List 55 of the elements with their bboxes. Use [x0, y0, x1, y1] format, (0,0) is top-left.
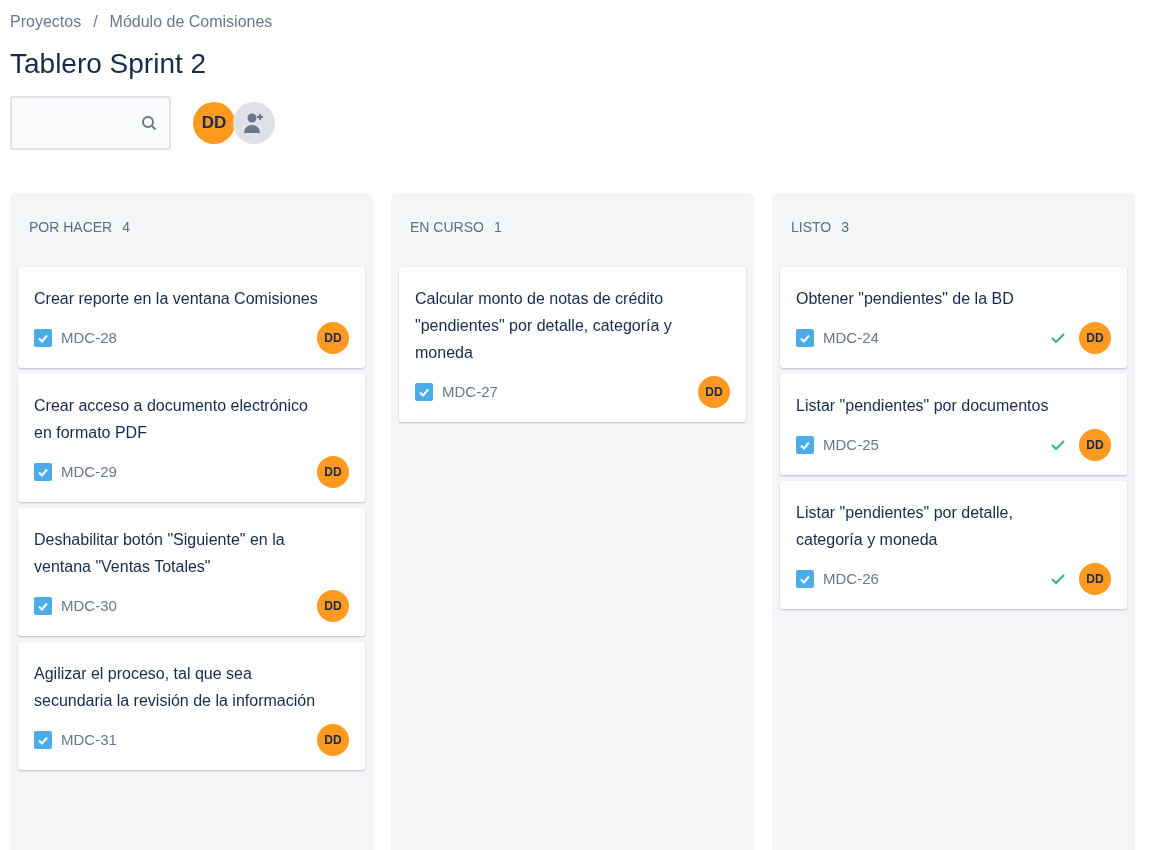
user-avatar[interactable]: DD: [698, 376, 730, 408]
issue-count: 3: [841, 218, 849, 237]
column-title: POR HACER: [29, 218, 113, 237]
user-avatar[interactable]: DD: [317, 456, 349, 488]
user-avatar[interactable]: DD: [317, 724, 349, 756]
issue-key[interactable]: MDC-24: [823, 326, 879, 350]
task-icon: [415, 383, 433, 401]
user-avatar[interactable]: DD: [1079, 563, 1111, 595]
issue-summary: Deshabilitar botón "Siguiente" en la ventana "Ventas Totales": [34, 530, 286, 577]
column-title: EN CURSO: [410, 218, 484, 237]
task-icon: [796, 570, 814, 588]
task-icon: [34, 463, 52, 481]
breadcrumb-link[interactable]: Módulo de Comisiones: [109, 10, 273, 34]
issue-summary: Agilizar el proceso, tal que sea secundaria la revisión de la información: [34, 664, 317, 711]
issue-card[interactable]: Obtener "pendientes" de la BD MDC-24 DD: [780, 267, 1127, 368]
issue-summary: Calcular monto de notas de crédito "pendientes" por detalle, categoría y moneda: [415, 289, 673, 363]
task-icon: [796, 436, 814, 454]
add-member-button[interactable]: [233, 102, 275, 144]
search-icon: [141, 115, 157, 131]
issue-summary: Listar "pendientes" por detalle, categoría y moneda: [796, 503, 1014, 550]
issue-card[interactable]: Agilizar el proceso, tal que sea secundaria la revisión de la información MDC-31 DD: [18, 642, 365, 770]
user-avatar[interactable]: DD: [1079, 322, 1111, 354]
user-avatar[interactable]: DD: [317, 322, 349, 354]
page-title: Tablero Sprint 2: [10, 47, 208, 81]
task-icon: [34, 731, 52, 749]
user-avatar[interactable]: DD: [1079, 429, 1111, 461]
issue-summary: Crear acceso a documento electrónico en formato PDF: [34, 396, 309, 443]
column-title: LISTO: [791, 218, 832, 237]
task-icon: [796, 329, 814, 347]
issue-card[interactable]: Calcular monto de notas de crédito "pendientes" por detalle, categoría y moneda MDC-27 DD: [399, 267, 746, 422]
issue-summary: Crear reporte en la ventana Comisiones: [34, 289, 319, 309]
issue-count: 1: [493, 218, 502, 237]
issue-key[interactable]: MDC-30: [61, 594, 117, 618]
issue-key[interactable]: MDC-27: [442, 380, 498, 404]
breadcrumb-link[interactable]: Proyectos: [10, 10, 82, 34]
add-person-icon: [242, 111, 266, 135]
issue-summary: Obtener "pendientes" de la BD: [796, 289, 1015, 309]
task-icon: [34, 329, 52, 347]
issue-key[interactable]: MDC-31: [61, 728, 117, 752]
task-icon: [34, 597, 52, 615]
issue-card[interactable]: Crear acceso a documento electrónico en formato PDF MDC-29 DD: [18, 374, 365, 502]
issue-key[interactable]: MDC-25: [823, 433, 879, 457]
issue-key[interactable]: MDC-26: [823, 567, 879, 591]
issue-card[interactable]: Deshabilitar botón "Siguiente" en la ventana "Ventas Totales" MDC-30 DD: [18, 508, 365, 636]
issue-key[interactable]: MDC-28: [61, 326, 117, 350]
user-avatar[interactable]: DD: [193, 102, 235, 144]
issue-card[interactable]: Listar "pendientes" por documentos MDC-25 DD: [780, 374, 1127, 475]
issue-card[interactable]: Listar "pendientes" por detalle, categoría y moneda MDC-26 DD: [780, 481, 1127, 609]
breadcrumb-separator: /: [93, 12, 98, 32]
issue-card[interactable]: Crear reporte en la ventana Comisiones MDC-28 DD: [18, 267, 365, 368]
search-field[interactable]: [10, 96, 171, 150]
issue-summary: Listar "pendientes" por documentos: [796, 396, 1050, 416]
user-avatar[interactable]: DD: [317, 590, 349, 622]
issue-count: 4: [122, 218, 131, 237]
issue-key[interactable]: MDC-29: [61, 460, 117, 484]
